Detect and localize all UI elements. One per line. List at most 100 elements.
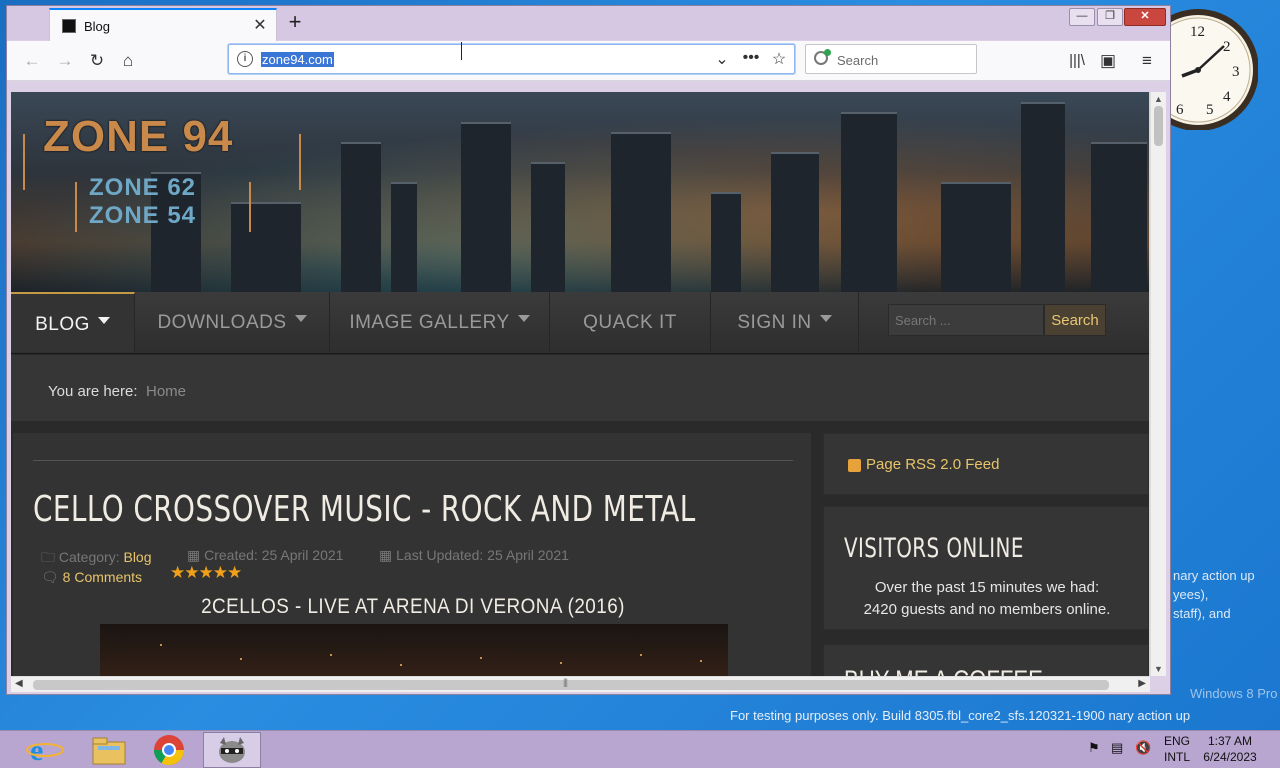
embedded-video[interactable] bbox=[100, 624, 728, 676]
rss-icon bbox=[848, 459, 861, 472]
svg-text:3: 3 bbox=[1232, 64, 1240, 80]
site-main-menu: BLOG DOWNLOADS IMAGE GALLERY QUACK IT SI… bbox=[11, 292, 1149, 354]
network-icon[interactable]: ▤ bbox=[1111, 740, 1123, 756]
scroll-thumb[interactable] bbox=[33, 677, 1109, 690]
category-link[interactable]: Blog bbox=[123, 549, 151, 565]
library-icon[interactable]: |||\ bbox=[1064, 49, 1090, 73]
volume-muted-icon[interactable]: 🔇 bbox=[1135, 740, 1151, 756]
chevron-down-icon[interactable]: ⌄ bbox=[711, 49, 733, 69]
taskbar-clock[interactable]: 1:37 AM 6/24/2023 bbox=[1200, 733, 1260, 765]
article-updated: ▦ Last Updated: 25 April 2021 bbox=[379, 547, 569, 564]
article-title[interactable]: CELLO CROSSOVER MUSIC - ROCK AND METAL bbox=[33, 489, 696, 530]
back-icon[interactable]: ← bbox=[19, 49, 45, 73]
svg-text:e: e bbox=[30, 734, 43, 767]
visitors-count: 2420 guests and no members online. bbox=[863, 601, 1111, 618]
breadcrumb: You are here: Home bbox=[11, 355, 1149, 421]
bookmark-star-icon[interactable]: ☆ bbox=[768, 49, 790, 69]
new-tab-button[interactable]: + bbox=[282, 10, 308, 36]
keyboard-layout: INTL bbox=[1163, 750, 1190, 764]
logo-line: ZONE 54 bbox=[89, 202, 197, 229]
home-icon[interactable]: ⌂ bbox=[115, 49, 141, 73]
file-explorer-icon[interactable] bbox=[80, 732, 138, 768]
blog-article: CELLO CROSSOVER MUSIC - ROCK AND METAL 🗀… bbox=[13, 433, 811, 676]
comments-link[interactable]: 8 Comments bbox=[63, 569, 142, 585]
caret-down-icon bbox=[294, 315, 307, 323]
visitors-module: VISITORS ONLINE Over the past 15 minutes… bbox=[823, 506, 1149, 630]
language-indicator[interactable]: ENG INTL bbox=[1163, 733, 1191, 765]
logo-line: ZONE 62 bbox=[89, 174, 197, 201]
menu-icon[interactable]: ≡ bbox=[1134, 49, 1160, 73]
forward-icon[interactable]: → bbox=[52, 49, 78, 73]
add-search-engine-icon bbox=[824, 49, 831, 56]
caret-down-icon bbox=[97, 317, 110, 325]
coffee-title: BUY ME A COFFEE bbox=[844, 665, 1043, 676]
svg-text:12: 12 bbox=[1190, 24, 1205, 40]
desktop-note-line: yees), bbox=[1173, 587, 1209, 602]
breadcrumb-label: You are here: bbox=[48, 383, 138, 400]
windows-watermark: Windows 8 Pro bbox=[1190, 686, 1278, 701]
action-center-flag-icon[interactable]: ⚑ bbox=[1088, 740, 1100, 756]
horizontal-scrollbar[interactable]: ◀ ▶ bbox=[11, 676, 1150, 692]
svg-text:4: 4 bbox=[1223, 89, 1231, 105]
site-search-input[interactable]: Search ... bbox=[888, 304, 1044, 336]
desktop-note: nary action up yees), staff), and bbox=[1173, 566, 1280, 623]
minimize-button[interactable]: — bbox=[1069, 8, 1095, 26]
chrome-icon[interactable] bbox=[140, 732, 198, 768]
rss-module: Page RSS 2.0 Feed bbox=[823, 433, 1149, 495]
reload-icon[interactable]: ↻ bbox=[84, 49, 110, 73]
language-code: ENG bbox=[1163, 734, 1190, 748]
navigation-toolbar: ← → ↻ ⌂ i zone94.com ⌄ ••• ☆ Search |||\… bbox=[7, 41, 1170, 81]
site-favicon bbox=[62, 19, 76, 33]
menu-item-blog[interactable]: BLOG bbox=[11, 292, 135, 352]
visitors-text: Over the past 15 minutes we had: bbox=[874, 579, 1100, 596]
close-tab-icon[interactable]: ✕ bbox=[250, 15, 270, 35]
title-bar: Blog ✕ + — ❐ ✕ bbox=[7, 6, 1170, 41]
clock-date: 6/24/2023 bbox=[1203, 750, 1257, 764]
menu-item-sign-in[interactable]: SIGN IN bbox=[711, 292, 859, 352]
tab-blog[interactable]: Blog ✕ bbox=[49, 8, 277, 41]
video-heading: 2CELLOS - LIVE AT ARENA DI VERONA (2016) bbox=[201, 595, 625, 618]
page-actions-icon[interactable]: ••• bbox=[740, 49, 762, 67]
scroll-thumb[interactable] bbox=[1154, 106, 1163, 146]
site-logo[interactable]: ZONE 94 ZONE 62 ZONE 54 bbox=[23, 112, 303, 232]
close-window-button[interactable]: ✕ bbox=[1124, 8, 1166, 26]
comment-icon: 🗨 bbox=[41, 569, 59, 585]
clock-gadget[interactable]: 12 2 3 4 5 6 bbox=[1168, 6, 1258, 130]
breadcrumb-home: Home bbox=[146, 383, 187, 400]
tab-title: Blog bbox=[84, 19, 111, 34]
menu-item-quack-it[interactable]: QUACK IT bbox=[550, 292, 711, 352]
search-bar[interactable]: Search bbox=[805, 44, 977, 74]
internet-explorer-icon[interactable]: e bbox=[16, 732, 74, 768]
svg-text:6: 6 bbox=[1176, 102, 1184, 118]
site-banner: ZONE 94 ZONE 62 ZONE 54 bbox=[11, 92, 1149, 292]
build-watermark: For testing purposes only. Build 8305.fb… bbox=[730, 708, 1191, 723]
firefox-raccoon-icon[interactable] bbox=[203, 732, 261, 768]
article-comments: 🗨 8 Comments bbox=[41, 569, 142, 586]
article-category: 🗀 Category: Blog bbox=[41, 547, 152, 571]
site-info-icon[interactable]: i bbox=[237, 51, 253, 67]
site-search-button[interactable]: Search bbox=[1044, 304, 1106, 336]
text-cursor bbox=[461, 42, 463, 60]
svg-text:5: 5 bbox=[1206, 102, 1214, 118]
search-placeholder: Search bbox=[837, 53, 879, 68]
updated-date: Last Updated: 25 April 2021 bbox=[396, 547, 569, 563]
calendar-icon: ▦ bbox=[379, 547, 393, 563]
menu-item-image-gallery[interactable]: IMAGE GALLERY bbox=[330, 292, 550, 352]
caret-down-icon bbox=[819, 315, 832, 323]
sidebar-icon[interactable]: ▣ bbox=[1095, 49, 1121, 73]
coffee-module: BUY ME A COFFEE bbox=[823, 644, 1149, 676]
folder-icon: 🗀 bbox=[41, 549, 55, 565]
vertical-scrollbar[interactable]: ▲ ▼ bbox=[1150, 92, 1166, 676]
clock-time: 1:37 AM bbox=[1207, 734, 1253, 748]
menu-item-downloads[interactable]: DOWNLOADS bbox=[135, 292, 330, 352]
address-bar[interactable]: i zone94.com ⌄ ••• ☆ bbox=[228, 44, 795, 74]
article-created: ▦ Created: 25 April 2021 bbox=[187, 547, 343, 564]
browser-window: Blog ✕ + — ❐ ✕ ← → ↻ ⌂ i zone94.com ⌄ ••… bbox=[6, 5, 1171, 695]
rss-link[interactable]: Page RSS 2.0 Feed bbox=[866, 456, 999, 473]
url-text[interactable]: zone94.com bbox=[261, 52, 334, 67]
maximize-button[interactable]: ❐ bbox=[1097, 8, 1123, 26]
desktop-note-line: staff), and bbox=[1173, 606, 1231, 621]
rating-stars[interactable]: ★★★★★ bbox=[170, 563, 242, 583]
created-date: Created: 25 April 2021 bbox=[204, 547, 344, 563]
desktop-note-line: nary action up bbox=[1173, 568, 1255, 583]
